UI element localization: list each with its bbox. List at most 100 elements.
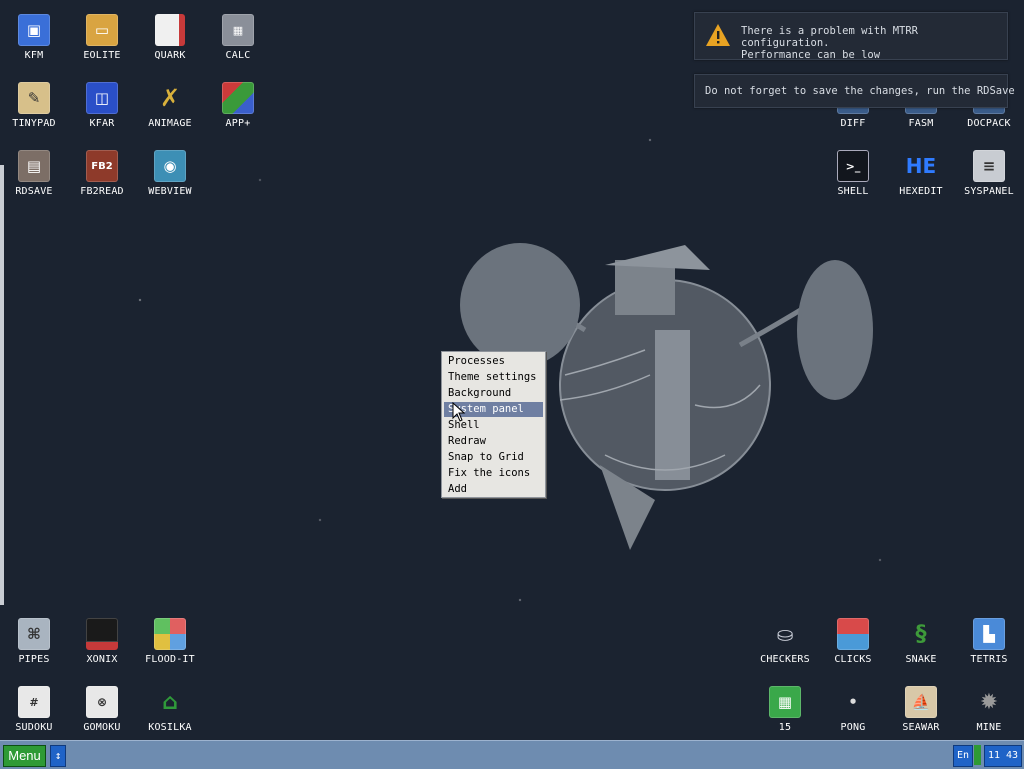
desktop-icon-tetris[interactable]: ▙ TETRIS — [955, 612, 1023, 674]
left-edge-panel — [0, 165, 4, 605]
desktop-icon-sudoku[interactable]: # SUDOKU — [0, 680, 68, 742]
menu-item-background[interactable]: Background — [444, 386, 543, 401]
floppy-disk-icon: ▣ — [18, 14, 50, 46]
desktop-icon-calc[interactable]: ▦ CALC — [204, 8, 272, 70]
icon-label: KFM — [24, 50, 44, 61]
icon-label: SHELL — [837, 186, 869, 197]
sudoku-icon: # — [18, 686, 50, 718]
icon-label: KFAR — [89, 118, 115, 129]
book-icon: FB2 — [86, 150, 118, 182]
fifteen-grid-icon: ▦ — [769, 686, 801, 718]
menu-item-theme-settings[interactable]: Theme settings — [444, 370, 543, 385]
taskbar-scroll-toggle[interactable]: ↕ — [50, 745, 66, 767]
icon-label: WEBVIEW — [148, 186, 192, 197]
icon-label: TINYPAD — [12, 118, 56, 129]
icon-label: FLOOD-IT — [145, 654, 195, 665]
desktop-icon-rdsave[interactable]: ▤ RDSAVE — [0, 144, 68, 206]
desktop-icon-seawar[interactable]: ⛵ SEAWAR — [887, 680, 955, 742]
icon-label: ANIMAGE — [148, 118, 192, 129]
desktop-icon-tinypad[interactable]: ✎ TINYPAD — [0, 76, 68, 138]
tray-indicator — [974, 745, 981, 765]
terminal-icon: >_ — [837, 150, 869, 182]
xonix-icon — [86, 618, 118, 650]
icon-label: DOCPACK — [967, 118, 1011, 129]
desktop-icon-pong[interactable]: • PONG — [819, 680, 887, 742]
menu-item-snap-to-grid[interactable]: Snap to Grid — [444, 450, 543, 465]
icon-label: SEAWAR — [902, 722, 940, 733]
icon-label: FB2READ — [80, 186, 124, 197]
desktop[interactable]: ▣ KFM ▭ EOLITE QUARK ▦ CALC ✎ TINYPAD ◫ … — [0, 0, 1024, 740]
hex-editor-icon: HE — [905, 154, 937, 178]
icon-label: SNAKE — [905, 654, 937, 665]
desktop-icon-hexedit[interactable]: HE HEXEDIT — [887, 144, 955, 206]
desktop-icon-clicks[interactable]: CLICKS — [819, 612, 887, 674]
mtrr-warning-notification[interactable]: There is a problem with MTRR configurati… — [694, 12, 1008, 61]
desktop-icon-mine[interactable]: ✹ MINE — [955, 680, 1023, 742]
desktop-context-menu: Processes Theme settings Background Syst… — [441, 351, 546, 498]
desktop-icon-app-plus[interactable]: APP+ — [204, 76, 272, 138]
clicks-icon — [837, 618, 869, 650]
tetris-icon: ▙ — [973, 618, 1005, 650]
sliders-icon: ≡ — [973, 150, 1005, 182]
icon-label: KOSILKA — [148, 722, 192, 733]
desktop-icon-kfm[interactable]: ▣ KFM — [0, 8, 68, 70]
icon-label: EOLITE — [83, 50, 121, 61]
taskbar: Menu ↕ En 11 43 — [0, 740, 1024, 769]
desktop-icon-shell[interactable]: >_ SHELL — [819, 144, 887, 206]
icon-label: DIFF — [840, 118, 866, 129]
notebook-icon — [155, 14, 185, 46]
pipes-icon: ⌘ — [18, 618, 50, 650]
icon-label: CHECKERS — [760, 654, 810, 665]
save-disk-icon: ▤ — [18, 150, 50, 182]
desktop-icon-animage[interactable]: ✗ ANIMAGE — [136, 76, 204, 138]
notification-line: There is a problem with MTRR configurati… — [741, 25, 919, 49]
icon-label: CALC — [225, 50, 251, 61]
globe-window-icon: ◉ — [154, 150, 186, 182]
desktop-icon-eolite[interactable]: ▭ EOLITE — [68, 8, 136, 70]
desktop-icon-webview[interactable]: ◉ WEBVIEW — [136, 144, 204, 206]
notification-text: Do not forget to save the changes, run t… — [705, 85, 1015, 97]
icon-label: QUARK — [154, 50, 186, 61]
snake-icon: § — [915, 621, 927, 647]
icon-label: FASM — [908, 118, 934, 129]
icon-label: MINE — [976, 722, 1002, 733]
desktop-icon-flood-it[interactable]: FLOOD-IT — [136, 612, 204, 674]
desktop-icon-xonix[interactable]: XONIX — [68, 612, 136, 674]
desktop-icon-quark[interactable]: QUARK — [136, 8, 204, 70]
desktop-icon-gomoku[interactable]: ⊗ GOMOKU — [68, 680, 136, 742]
seawar-icon: ⛵ — [905, 686, 937, 718]
notepad-icon: ✎ — [18, 82, 50, 114]
pong-icon: • — [848, 693, 858, 711]
folder-icon: ▭ — [86, 14, 118, 46]
desktop-icon-pipes[interactable]: ⌘ PIPES — [0, 612, 68, 674]
keyboard-language-indicator[interactable]: En — [953, 745, 973, 767]
icon-label: XONIX — [86, 654, 118, 665]
icon-label: PIPES — [18, 654, 50, 665]
icon-label: 15 — [778, 722, 792, 733]
menu-item-processes[interactable]: Processes — [444, 354, 543, 369]
menu-item-add[interactable]: Add — [444, 482, 543, 497]
desktop-icon-syspanel[interactable]: ≡ SYSPANEL — [955, 144, 1023, 206]
desktop-icon-kfar[interactable]: ◫ KFAR — [68, 76, 136, 138]
menu-item-fix-the-icons[interactable]: Fix the icons — [444, 466, 543, 481]
desktop-icon-fb2read[interactable]: FB2 FB2READ — [68, 144, 136, 206]
save-reminder-notification[interactable]: Do not forget to save the changes, run t… — [694, 74, 1015, 108]
mine-icon: ✹ — [979, 689, 999, 715]
icon-label: CLICKS — [834, 654, 872, 665]
desktop-icon-checkers[interactable]: ⛀ CHECKERS — [751, 612, 819, 674]
icon-label: TETRIS — [970, 654, 1008, 665]
cube-icon — [222, 82, 254, 114]
icon-label: PONG — [840, 722, 866, 733]
desktop-icon-15[interactable]: ▦ 15 — [751, 680, 819, 742]
menu-button[interactable]: Menu — [3, 745, 46, 767]
menu-item-redraw[interactable]: Redraw — [444, 434, 543, 449]
lawnmower-icon: ⌂ — [162, 689, 178, 715]
icon-label: RDSAVE — [15, 186, 53, 197]
flood-grid-icon — [154, 618, 186, 650]
desktop-icon-kosilka[interactable]: ⌂ KOSILKA — [136, 680, 204, 742]
desktop-icon-snake[interactable]: § SNAKE — [887, 612, 955, 674]
notification-line: Performance can be low — [741, 49, 881, 61]
calculator-icon: ▦ — [222, 14, 254, 46]
warning-icon — [706, 24, 730, 46]
clock[interactable]: 11 43 — [984, 745, 1022, 767]
